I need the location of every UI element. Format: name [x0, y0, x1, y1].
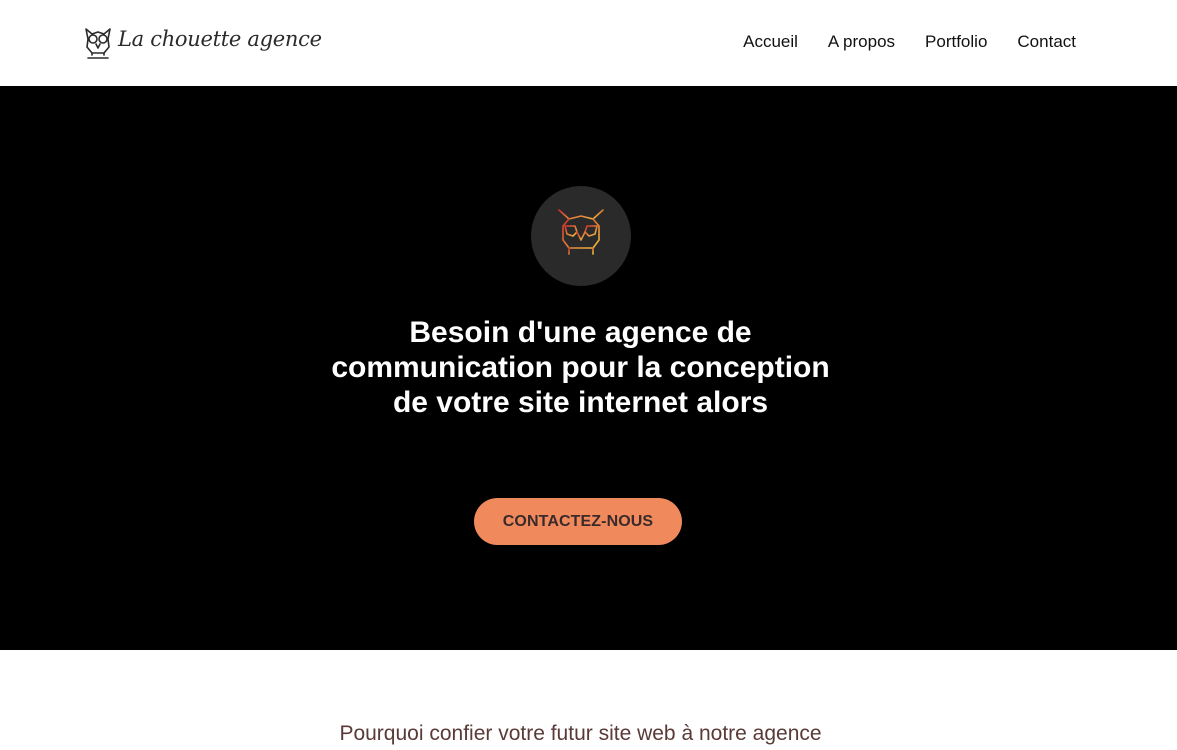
hero-section: Besoin d'une agence de communication pou…: [0, 86, 1177, 650]
nav-accueil[interactable]: Accueil: [743, 32, 798, 52]
nav-portfolio[interactable]: Portfolio: [925, 32, 987, 52]
nav-a-propos[interactable]: A propos: [828, 32, 895, 52]
hero-title: Besoin d'une agence de communication pou…: [331, 316, 830, 419]
hero-badge: [531, 186, 631, 286]
site-header: La chouette agence Accueil A propos Port…: [0, 0, 1177, 86]
logo-link[interactable]: La chouette agence: [82, 22, 322, 62]
owl-icon: [85, 28, 111, 59]
logo-text: La chouette agence: [118, 27, 322, 51]
owl-icon: [558, 209, 604, 259]
contact-us-button[interactable]: CONTACTEZ-NOUS: [474, 498, 682, 545]
nav-contact[interactable]: Contact: [1017, 32, 1076, 52]
why-heading: Pourquoi confier votre futur site web à …: [339, 722, 822, 745]
main-nav: Accueil A propos Portfolio Contact: [743, 32, 1076, 52]
